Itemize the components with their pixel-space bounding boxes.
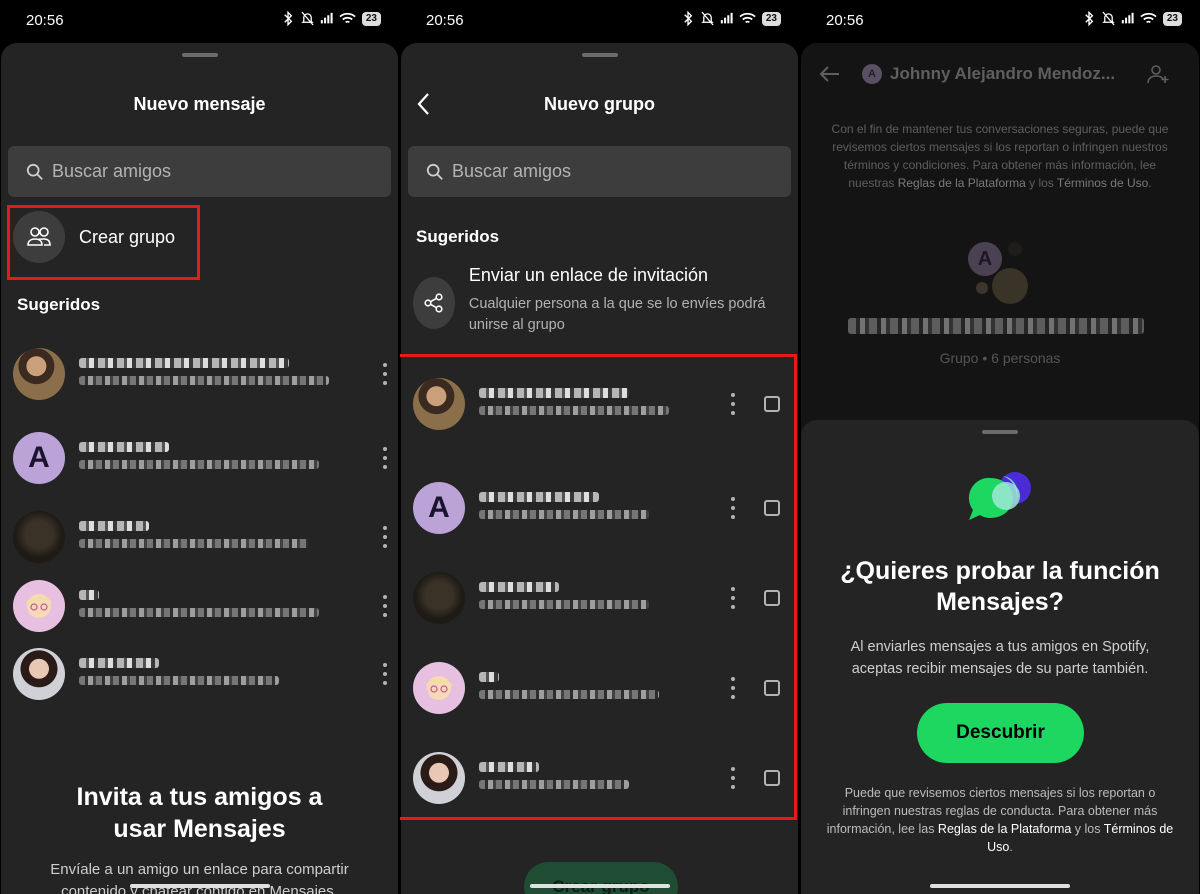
- battery-indicator: 23: [361, 11, 381, 26]
- avatar: A: [13, 432, 65, 484]
- wifi-icon: [339, 12, 356, 24]
- blurred-contact-name: [79, 354, 380, 394]
- terms-link[interactable]: Términos de Uso: [1057, 176, 1148, 190]
- mute-icon: [1102, 11, 1115, 26]
- wifi-icon: [739, 12, 756, 24]
- sheet-handle[interactable]: [982, 430, 1018, 434]
- home-indicator[interactable]: [129, 884, 270, 888]
- suggested-heading: Sugeridos: [416, 227, 500, 246]
- blurred-contact-name: [79, 654, 380, 694]
- highlight-create-group: [7, 205, 200, 280]
- contact-row[interactable]: A: [13, 429, 390, 487]
- more-options-icon[interactable]: [380, 363, 390, 385]
- status-time: 20:56: [826, 12, 864, 29]
- new-message-sheet: Nuevo mensaje Buscar amigos Crear grupo …: [1, 43, 398, 894]
- signal-icon: [1121, 12, 1134, 24]
- battery-indicator: 23: [1162, 11, 1182, 26]
- add-person-icon[interactable]: [1146, 63, 1170, 85]
- battery-indicator: 23: [761, 11, 781, 26]
- share-icon: [413, 277, 455, 329]
- messages-logo-icon: [968, 472, 1031, 520]
- discover-button[interactable]: Descubrir: [917, 703, 1084, 763]
- invite-link-title: Enviar un enlace de invitación: [468, 265, 708, 285]
- invite-subtitle: Envíale a un amigo un enlace para compar…: [50, 861, 349, 894]
- new-group-sheet: Nuevo grupo Buscar amigos Sugeridos Envi…: [400, 43, 798, 894]
- bluetooth-icon: [1085, 11, 1094, 26]
- status-bar: 20:56 23: [0, 0, 399, 42]
- back-arrow-icon[interactable]: [818, 65, 840, 83]
- status-time: 20:56: [426, 12, 464, 29]
- messages-promo-sheet: ¿Quieres probar la función Mensajes? Al …: [801, 420, 1199, 894]
- mute-icon: [301, 11, 314, 26]
- contact-row[interactable]: [13, 645, 390, 703]
- screen-new-group: 20:56 23 Nuevo grupo Buscar amigos Suger…: [400, 0, 799, 894]
- invite-title: Invita a tus amigos a usar Mensajes: [76, 783, 323, 843]
- memoji-icon: [26, 594, 52, 618]
- blurred-contact-name: [79, 438, 380, 478]
- wifi-icon: [1140, 12, 1157, 24]
- group-avatar: A: [968, 242, 1032, 306]
- contact-row[interactable]: [13, 508, 390, 566]
- home-indicator[interactable]: [930, 884, 1070, 888]
- chat-title: Johnny Alejandro Mendoz...: [890, 64, 1116, 83]
- screen-new-message: 20:56 23 Nuevo mensaje Buscar amigos Cre…: [0, 0, 399, 894]
- promo-title: ¿Quieres probar la función Mensajes?: [840, 557, 1160, 616]
- page-title: Nuevo mensaje: [133, 94, 266, 114]
- blurred-contact-name: [79, 586, 380, 626]
- page-title: Nuevo grupo: [544, 94, 655, 114]
- promo-footer: Puede que revisemos ciertos mensajes si …: [826, 786, 1174, 854]
- search-input[interactable]: Buscar amigos: [8, 146, 391, 197]
- avatar: [13, 580, 65, 632]
- sheet-handle[interactable]: [581, 53, 618, 57]
- search-icon: [26, 163, 43, 180]
- promo-subtitle: Al enviarles mensajes a tus amigos en Sp…: [850, 639, 1150, 677]
- status-bar: 20:56 23: [400, 0, 799, 42]
- avatar: [13, 511, 65, 563]
- group-meta: Grupo • 6 personas: [939, 350, 1061, 366]
- contact-row[interactable]: [13, 345, 390, 403]
- mute-icon: [701, 11, 714, 26]
- status-time: 20:56: [26, 12, 64, 29]
- home-indicator[interactable]: [529, 884, 670, 888]
- status-bar: 20:56 23: [800, 0, 1200, 42]
- blurred-contact-name: [79, 517, 380, 557]
- avatar: [13, 648, 65, 700]
- status-icons: 23: [682, 11, 781, 26]
- bluetooth-icon: [284, 11, 293, 26]
- invite-link-row[interactable]: Enviar un enlace de invitación Cualquier…: [413, 265, 788, 336]
- create-group-button[interactable]: Crear grupo: [524, 862, 678, 894]
- status-icons: 23: [282, 11, 381, 26]
- search-placeholder: Buscar amigos: [452, 161, 572, 181]
- search-input[interactable]: Buscar amigos: [408, 146, 791, 197]
- bluetooth-icon: [684, 11, 693, 26]
- highlight-contact-list: [400, 354, 797, 820]
- more-options-icon[interactable]: [380, 595, 390, 617]
- search-icon: [426, 163, 443, 180]
- more-options-icon[interactable]: [380, 447, 390, 469]
- invite-link-subtitle: Cualquier persona a la que se lo envíes …: [468, 296, 766, 333]
- sheet-handle[interactable]: [181, 53, 218, 57]
- contact-row[interactable]: [13, 577, 390, 635]
- chat-avatar: A: [862, 64, 882, 84]
- status-icons: 23: [1083, 11, 1182, 26]
- more-options-icon[interactable]: [380, 526, 390, 548]
- screen-group-chat: 20:56 23 A Johnny Alejandro Mendoz... Co…: [800, 0, 1200, 894]
- signal-icon: [320, 12, 333, 24]
- more-options-icon[interactable]: [380, 663, 390, 685]
- chat-header: A Johnny Alejandro Mendoz...: [818, 60, 1186, 88]
- platform-rules-link[interactable]: Reglas de la Plataforma: [898, 176, 1026, 190]
- signal-icon: [720, 12, 733, 24]
- safety-notice: Con el fin de mantener tus conversacione…: [831, 122, 1169, 190]
- avatar: [13, 348, 65, 400]
- search-placeholder: Buscar amigos: [52, 161, 172, 181]
- platform-rules-link[interactable]: Reglas de la Plataforma: [938, 822, 1071, 836]
- blurred-group-name: [848, 318, 1144, 334]
- group-avatar-letter: A: [968, 242, 1002, 276]
- suggested-heading: Sugeridos: [17, 295, 101, 314]
